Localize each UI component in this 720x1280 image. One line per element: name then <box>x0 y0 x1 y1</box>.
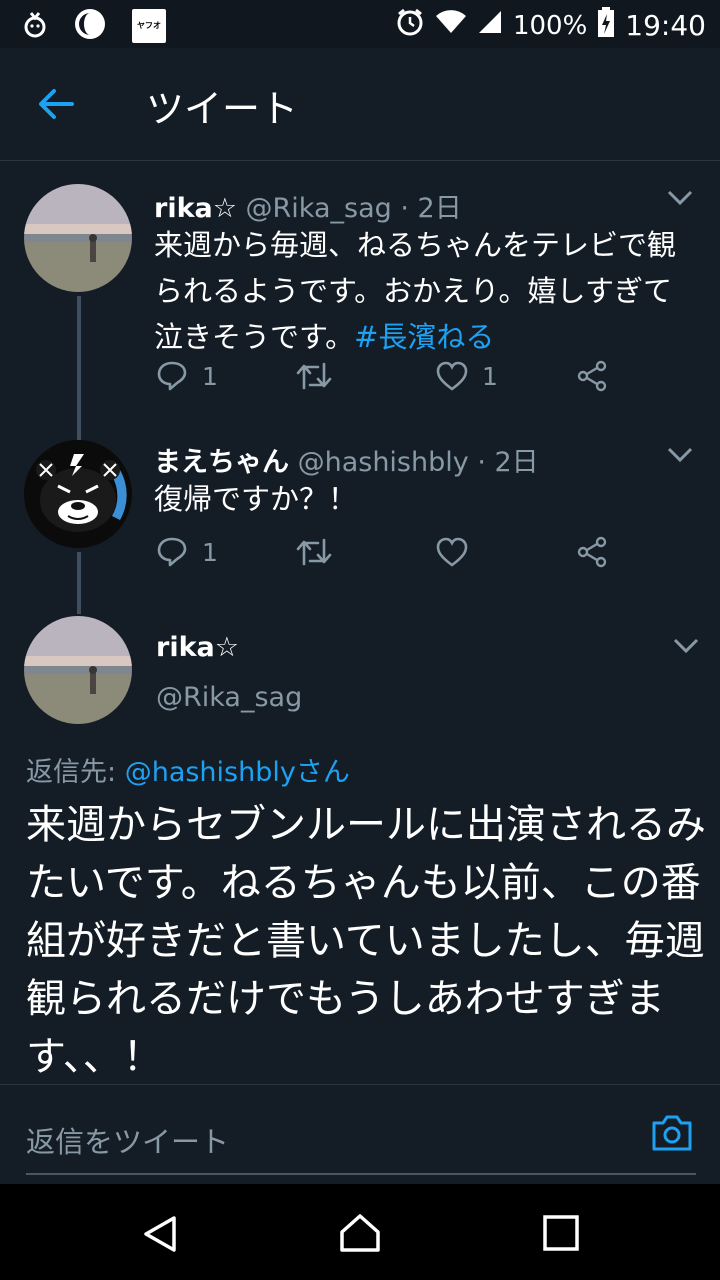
tweet-time: · 2日 <box>477 447 539 478</box>
user-handle[interactable]: @Rika_sag <box>246 193 392 224</box>
system-nav-bar <box>0 1184 720 1280</box>
reply-to-user-link[interactable]: @hashishblyさん <box>125 757 350 788</box>
page-title: ツイート <box>146 87 299 131</box>
app-bar: ツイート <box>0 48 720 161</box>
notification-icon <box>22 9 48 43</box>
avatar[interactable] <box>24 184 132 292</box>
like-button[interactable] <box>436 537 576 567</box>
battery-percent: 100% <box>512 10 588 41</box>
tweet-text: 来週から毎週、ねるちゃんをテレビで観られるようです。おかえり。嬉しすぎて泣きそう… <box>154 222 699 360</box>
reply-count: 1 <box>202 537 218 567</box>
tweet-time: · 2日 <box>400 193 462 224</box>
reply-composer[interactable]: 返信をツイート <box>0 1084 720 1185</box>
camera-icon[interactable] <box>650 1113 694 1157</box>
tweet-text: 来週からセブンルールに出演されるみたいです。ねるちゃんも以前、この番組が好きだと… <box>26 802 706 1080</box>
back-arrow-icon[interactable] <box>36 86 76 126</box>
thread-connector <box>77 552 81 614</box>
nav-home-icon[interactable] <box>338 1212 382 1258</box>
cellular-signal-icon <box>477 9 503 42</box>
tweet-text: 復帰ですか？！ <box>154 482 358 516</box>
like-count: 1 <box>482 361 498 391</box>
retweet-button[interactable] <box>296 538 436 566</box>
reply-icon <box>157 361 187 391</box>
like-button[interactable]: 1 <box>436 361 576 391</box>
reply-count: 1 <box>202 361 218 391</box>
heart-icon <box>436 361 468 391</box>
yahuoku-app-icon: ヤフオク! <box>132 9 166 43</box>
tweet-header: まえちゃん @hashishbly · 2日 <box>154 440 539 479</box>
user-handle[interactable]: @Rika_sag <box>156 682 302 713</box>
nav-back-icon[interactable] <box>140 1214 180 1258</box>
wifi-icon <box>435 9 467 42</box>
reply-button[interactable]: 1 <box>156 360 296 392</box>
alarm-icon <box>395 7 425 44</box>
tweet-actions: 1 1 <box>156 360 608 392</box>
avatar[interactable] <box>24 440 132 548</box>
tweet-actions: 1 <box>156 536 608 568</box>
reply-icon <box>157 537 187 567</box>
heart-icon <box>436 537 468 567</box>
reply-button[interactable]: 1 <box>156 536 296 568</box>
chevron-down-icon[interactable] <box>666 188 694 212</box>
share-button[interactable] <box>576 536 608 568</box>
reply-to-line: 返信先: @hashishblyさん <box>26 750 350 789</box>
retweet-icon <box>296 362 332 390</box>
chevron-down-icon[interactable] <box>672 636 700 660</box>
retweet-icon <box>296 538 332 566</box>
user-handle[interactable]: @hashishbly <box>298 447 469 478</box>
chevron-down-icon[interactable] <box>666 445 694 469</box>
tweet-header: rika☆ @Rika_sag · 2日 <box>154 186 462 225</box>
share-icon <box>577 536 607 568</box>
reply-to-label: 返信先: <box>26 757 117 788</box>
reply-input[interactable]: 返信をツイート <box>26 1119 229 1161</box>
display-name[interactable]: rika☆ <box>154 193 237 224</box>
avatar[interactable] <box>24 616 132 724</box>
input-underline <box>26 1173 696 1175</box>
share-icon <box>577 360 607 392</box>
app-notification-icon <box>74 8 106 44</box>
hashtag-link[interactable]: #長濱ねる <box>354 320 494 354</box>
clock-time: 19:40 <box>625 9 706 42</box>
retweet-button[interactable] <box>296 362 436 390</box>
battery-charging-icon <box>597 6 615 45</box>
thread-connector <box>77 296 81 440</box>
display-name[interactable]: まえちゃん <box>154 447 289 478</box>
display-name[interactable]: rika☆ <box>156 632 239 663</box>
status-bar: ヤフオク! 100% 19:40 <box>0 0 720 48</box>
share-button[interactable] <box>576 360 608 392</box>
nav-recents-icon[interactable] <box>542 1214 580 1256</box>
